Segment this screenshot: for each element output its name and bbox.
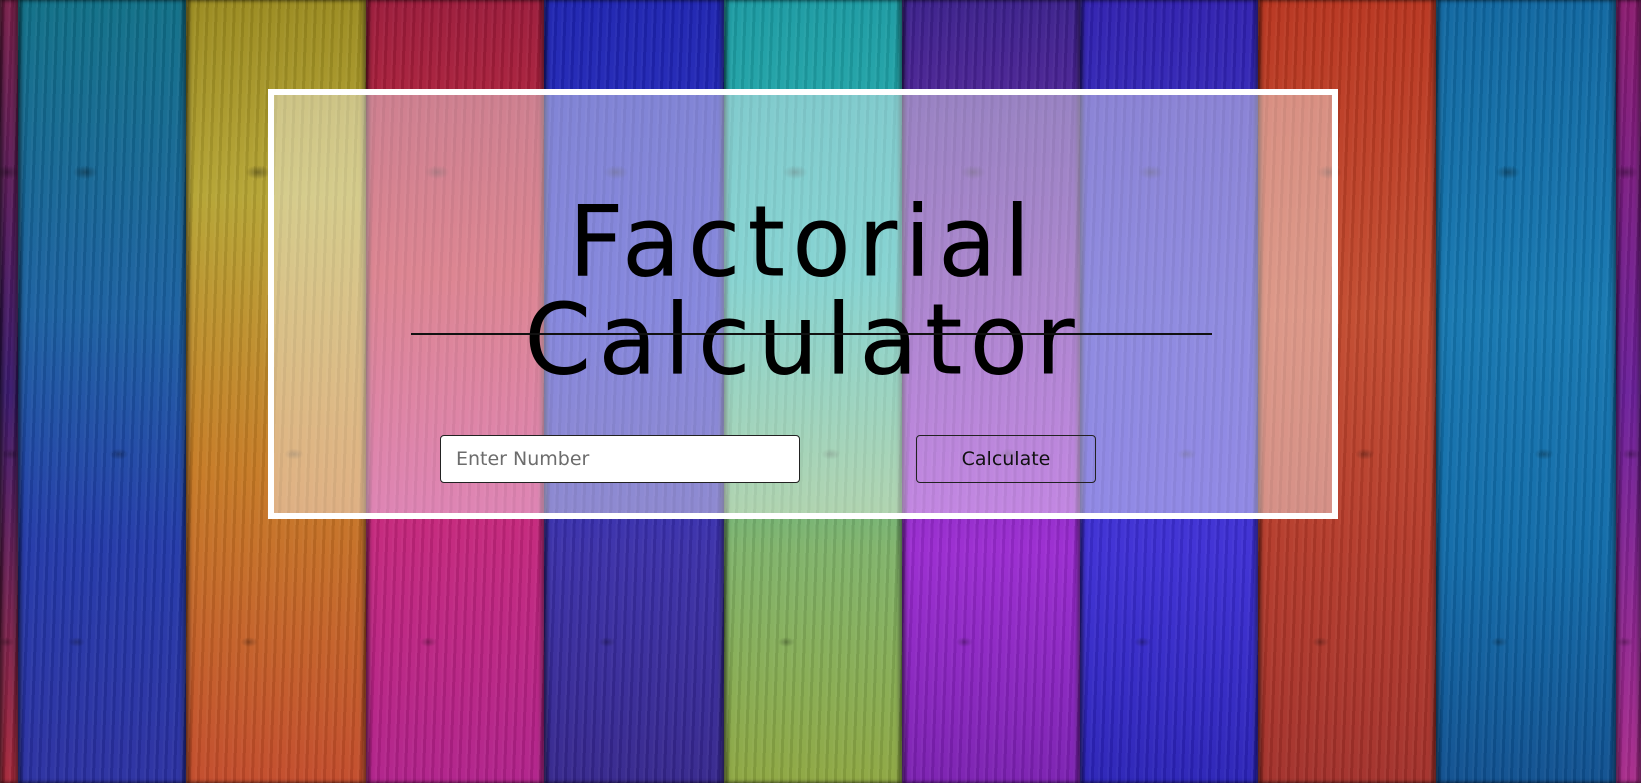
plank-violet-edge [1616, 0, 1641, 783]
calculate-button[interactable]: Calculate [916, 435, 1096, 483]
number-input[interactable] [440, 435, 800, 483]
title-divider [411, 333, 1212, 335]
plank-magenta-edge [0, 0, 18, 783]
page-title: Factorial Calculator [524, 184, 1082, 398]
plank-ocean-blue [1436, 0, 1616, 783]
calculator-panel: Factorial Calculator Calculate [268, 89, 1338, 519]
plank-teal-blue [18, 0, 186, 783]
